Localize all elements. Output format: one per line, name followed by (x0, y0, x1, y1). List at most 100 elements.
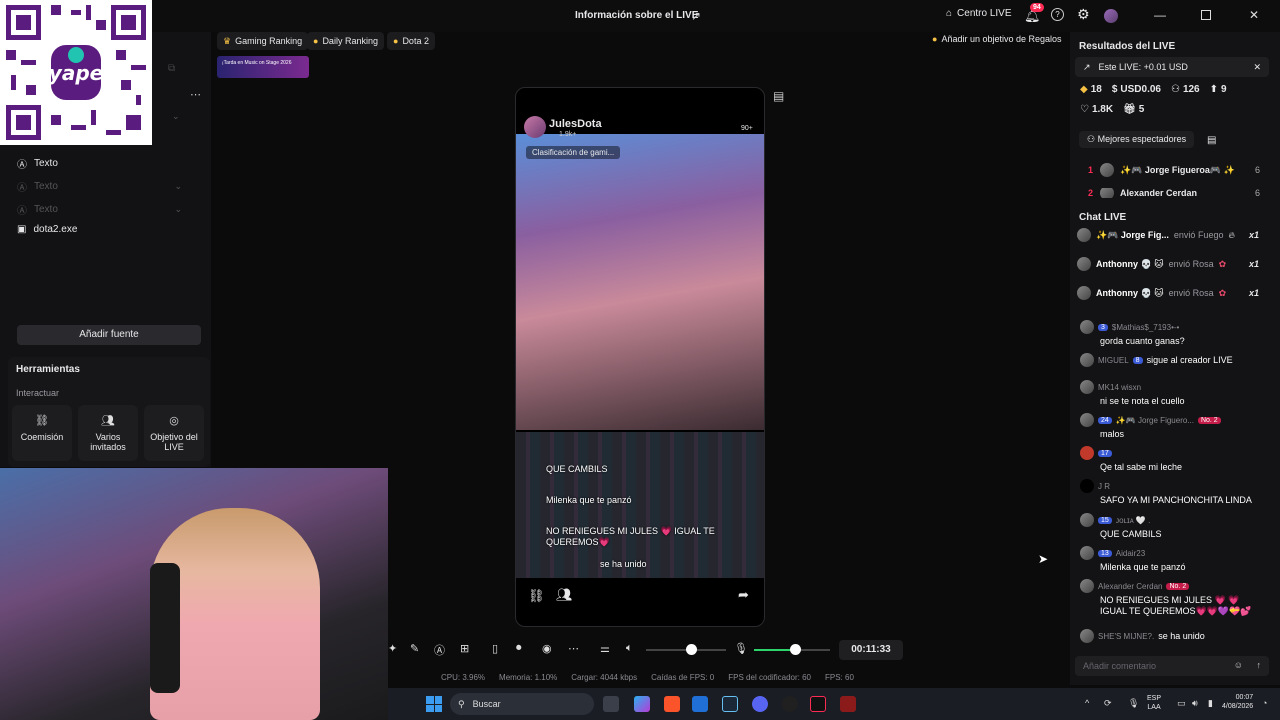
chat-message[interactable]: 17 Qe tal sabe mi leche (1080, 446, 1262, 472)
up-icon: ⬆ (1209, 84, 1219, 95)
chat-message[interactable]: Alexander Cerdan No. 2 NO RENIEGUES MI JU… (1080, 579, 1262, 617)
tiktok-icon[interactable] (810, 696, 826, 712)
edit-icon[interactable]: ✎ (410, 642, 419, 655)
chip-dota2[interactable]: ● Dota 2 (387, 32, 435, 50)
more-icon[interactable]: ⋯ (568, 642, 579, 655)
store-icon[interactable] (692, 696, 708, 712)
source-item-text[interactable]: Ⓐ Texto (17, 156, 58, 171)
avatar (1080, 513, 1094, 527)
chevron-up-icon[interactable]: ^ (1085, 698, 1089, 708)
chat-message[interactable]: MIGUEL 8 sigue al creador LIVE (1080, 353, 1262, 367)
centro-live-button[interactable]: ⌂ Centro LIVE (946, 8, 1012, 19)
volume-tray-icon[interactable]: 🔊︎ (1192, 698, 1198, 709)
help-icon[interactable]: ? (1051, 8, 1064, 21)
layout-icon[interactable]: ▤ (773, 89, 784, 103)
top-viewers-tab[interactable]: ⚇ Mejores espectadores (1079, 131, 1195, 148)
mic-knob[interactable] (790, 644, 801, 655)
source-item-text[interactable]: Ⓐ Texto ⌄ (17, 202, 182, 217)
game-icon: ● (393, 36, 399, 46)
gift-row[interactable]: Anthonny 💀 🐱 envió Rosa ✿ x1 (1077, 257, 1259, 271)
record-icon[interactable]: ⏺ (516, 642, 522, 655)
source-label: dota2.exe (33, 224, 78, 235)
multi-guest-button[interactable]: 👥︎ Varios invitados (78, 405, 138, 461)
chat-message[interactable]: MK14 wisxn ni se te nota el cuello (1080, 380, 1262, 406)
effects-icon[interactable]: ✦ (388, 642, 397, 655)
chat-message[interactable]: 15 ᴊᴏʟɪᴀ 🤍 . QUE CAMBILS (1080, 513, 1262, 539)
discord-icon[interactable] (752, 696, 768, 712)
list-icon[interactable]: ▤ (1207, 135, 1216, 146)
trophy-icon: ● (313, 36, 319, 46)
source-item-text[interactable]: Ⓐ Texto ⌄ (17, 179, 182, 194)
speaker-icon[interactable]: 🔈︎ (626, 642, 633, 655)
dota2-icon[interactable] (840, 696, 856, 712)
this-live-box[interactable]: ↗ Este LIVE: +0.01 USD ✕ (1075, 57, 1269, 77)
notifications-tray-icon[interactable]: ◔ (1262, 698, 1267, 708)
webcam-overlay (0, 468, 388, 720)
music-on-stage-banner[interactable]: ¡Tarda en Music on Stage 2026 (217, 56, 309, 78)
profile-avatar[interactable] (1104, 9, 1118, 23)
volume-knob[interactable] (686, 644, 697, 655)
avatar (1077, 257, 1091, 271)
close-icon[interactable]: ✕ (1249, 8, 1259, 22)
cpu-stat: CPU: 3.96% (441, 673, 486, 682)
chevron-down-icon[interactable]: ⌄ (172, 111, 180, 122)
volume-slider[interactable] (646, 644, 726, 655)
comment-input[interactable]: Añadir comentario ☺ ↑ (1075, 656, 1269, 676)
chat-message[interactable]: 3 $Mathias$_7193•-• gorda cuanto ganas? (1080, 320, 1262, 346)
coemision-button[interactable]: ⛓︎ Coemisión (12, 405, 72, 461)
copy-icon[interactable]: ⧉ (168, 63, 175, 74)
ranking-row[interactable]: 2 Alexander Cerdan 6 (1088, 188, 1260, 198)
brave-icon[interactable] (664, 696, 680, 712)
mic-slider[interactable] (754, 644, 830, 655)
copilot-icon[interactable] (634, 696, 650, 712)
chat-message[interactable]: J R SAFO YA MI PANCHONCHITA LINDA (1080, 479, 1262, 505)
minimize-icon[interactable]: — (1154, 8, 1166, 22)
chat-message[interactable]: 13 Aidair23 Milenka que te panzó (1080, 546, 1262, 572)
steam-icon[interactable] (722, 696, 738, 712)
notification-bell-icon[interactable]: 🔔︎ 94 (1024, 3, 1044, 24)
emoji-icon[interactable]: ☺ (1234, 660, 1243, 670)
users-icon[interactable]: 👥︎ (556, 587, 573, 603)
diamonds-value: 18 (1090, 84, 1102, 95)
this-live-earnings: Este LIVE: +0.01 USD (1098, 62, 1188, 72)
battery-icon[interactable]: ▮ (1208, 698, 1213, 709)
live-goal-button[interactable]: ◎ Objetivo del LIVE (144, 405, 204, 461)
screen-icon[interactable]: ⊞ (460, 642, 469, 655)
ranking-row[interactable]: 1 ✨🎮 Jorge Figueroa🎮 ✨ 6 (1088, 163, 1260, 177)
sync-icon[interactable]: ⟳ (1104, 698, 1112, 709)
share-icon[interactable]: ↗ (691, 9, 701, 23)
system-clock[interactable]: 00:07 4/08/2026 (1222, 693, 1253, 711)
more-options-icon[interactable]: ⋯ (190, 88, 201, 101)
taskbar-search[interactable]: ⚲ Buscar (450, 693, 594, 715)
maximize-icon[interactable] (1201, 10, 1211, 20)
send-icon[interactable]: ↑ (1257, 660, 1262, 670)
chip-gaming-ranking[interactable]: ♛ Gaming Ranking (217, 32, 309, 50)
network-icon[interactable]: ▭ (1177, 698, 1186, 709)
add-source-button[interactable]: Añadir fuente (17, 325, 201, 345)
gear-icon[interactable]: ⚙ (1077, 6, 1090, 23)
language-indicator[interactable]: ESP LAA (1147, 694, 1161, 712)
windows-start-icon[interactable] (426, 696, 442, 712)
results-title: Resultados del LIVE (1079, 41, 1176, 52)
share-arrow-icon[interactable]: ➦ (738, 587, 749, 603)
settings-sliders-icon[interactable]: ⚌ (600, 642, 610, 655)
gift-row[interactable]: Anthonny 💀 🐱 envió Rosa ✿ x1 (1077, 286, 1259, 300)
window-title: Información sobre el LIVE (575, 10, 699, 21)
link-icon[interactable]: ⛓︎ (528, 588, 545, 604)
chat-message[interactable]: 24 ✨🎮 Jorge Figuero... No. 2 malos (1080, 413, 1262, 439)
mic-tray-icon[interactable]: 🎙︎ (1128, 698, 1139, 709)
microphone-icon[interactable]: 🎙︎ (734, 642, 748, 655)
phone-icon[interactable]: ▯ (492, 642, 498, 655)
gift-row[interactable]: ✨🎮 Jorge Fig... envió Fuego 🔥︎ x1 (1077, 228, 1259, 242)
task-view-icon[interactable] (603, 696, 619, 712)
close-icon[interactable]: ✕ (1253, 62, 1261, 73)
chat-message[interactable]: SHE'S MIJNE?. se ha unido (1080, 629, 1262, 643)
source-item-game[interactable]: ▣ dota2.exe (17, 224, 77, 235)
add-gift-goal-button[interactable]: ● Añadir un objetivo de Regalos (932, 34, 1062, 44)
users-icon: 👥︎ (101, 415, 115, 427)
control-toolbar: ✦ ✎ Ⓐ ⊞ ▯ ⏺ ◉ ⋯ ⚌ 🔈︎ 🎙︎ (388, 638, 1068, 662)
obs-icon[interactable] (782, 696, 798, 712)
chip-daily-ranking[interactable]: ● Daily Ranking (307, 32, 384, 50)
ai-icon[interactable]: Ⓐ (434, 642, 445, 658)
camera-icon[interactable]: ◉ (542, 642, 552, 655)
